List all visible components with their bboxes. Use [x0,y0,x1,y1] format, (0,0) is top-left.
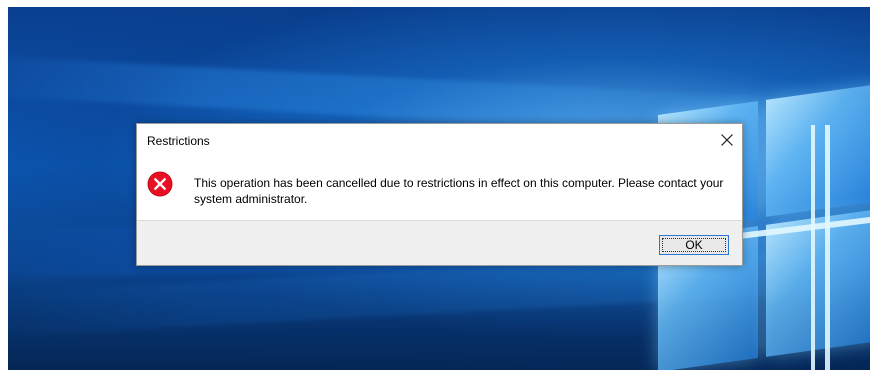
restrictions-dialog: Restrictions This operation has been can… [136,123,743,266]
close-button[interactable] [711,124,742,155]
windows-logo-light-line [825,125,830,370]
dialog-button-area: OK [137,220,742,265]
ok-button-label: OK [685,238,703,252]
windows-logo-pane [766,83,870,217]
windows-logo-light-line [811,125,815,370]
dialog-content: This operation has been cancelled due to… [137,155,742,220]
close-icon [720,133,733,146]
screenshot-frame: Restrictions This operation has been can… [0,0,870,377]
error-icon [147,171,173,197]
dialog-title: Restrictions [147,134,210,148]
ok-button[interactable]: OK [659,235,729,255]
dialog-message: This operation has been cancelled due to… [194,176,724,206]
dialog-titlebar: Restrictions [137,124,742,155]
